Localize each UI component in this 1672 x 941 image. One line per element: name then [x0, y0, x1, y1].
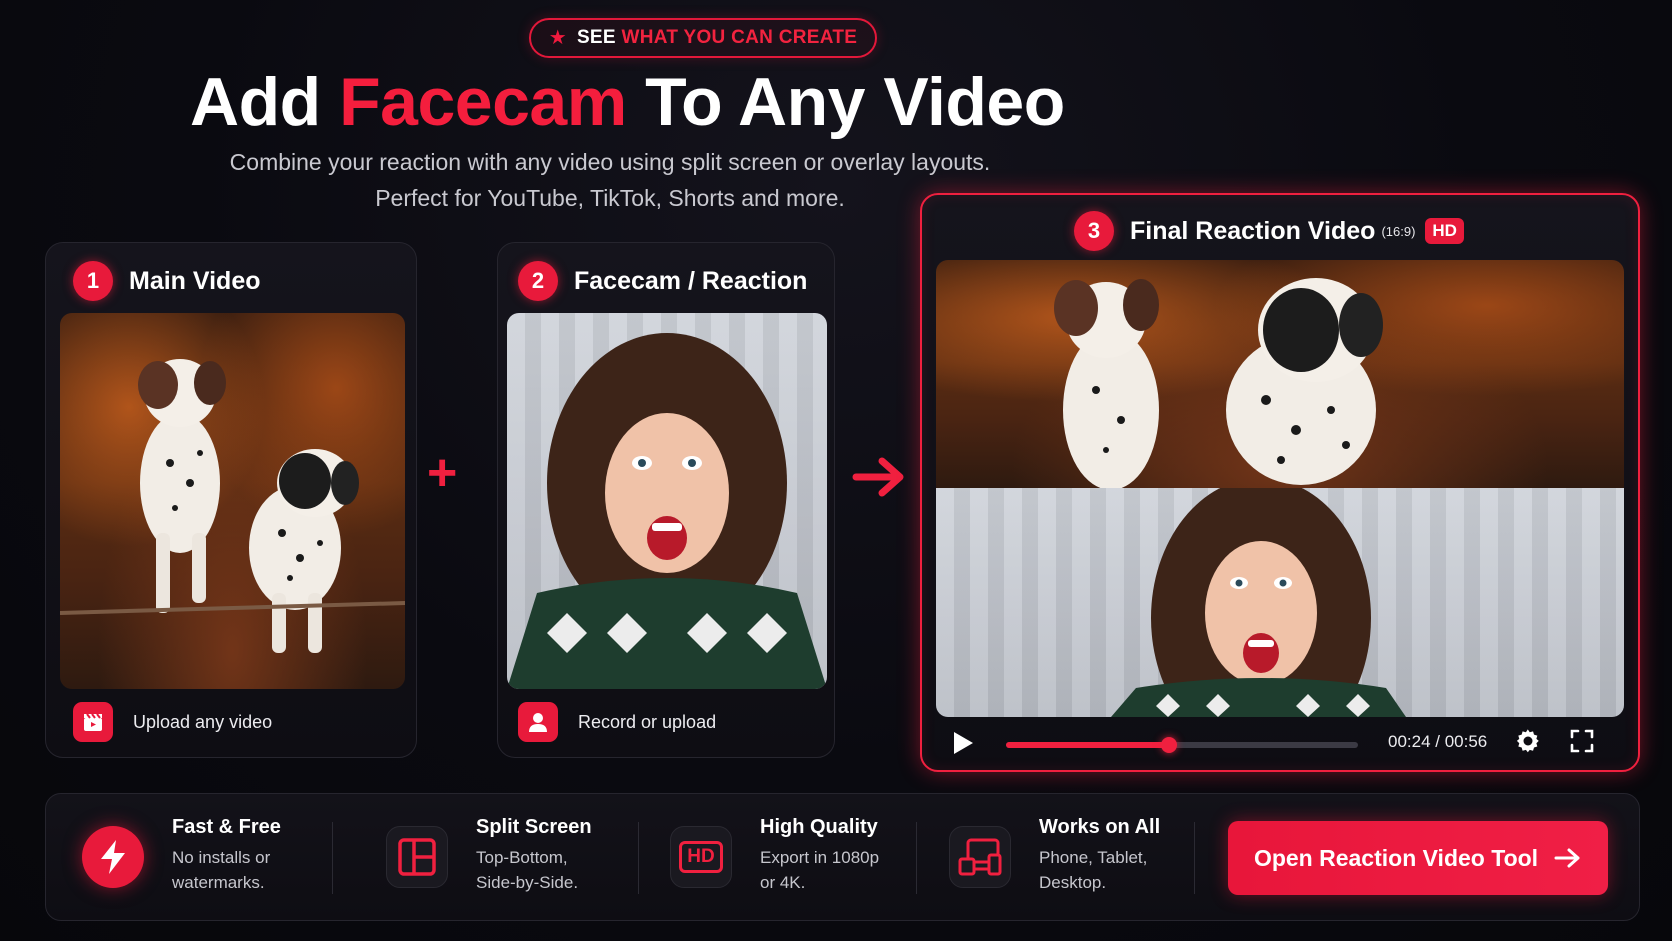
feature-desc: or 4K.	[760, 873, 806, 892]
open-reaction-video-tool-button[interactable]: Open Reaction Video Tool	[1228, 821, 1608, 895]
feature-desc: Side-by-Side.	[476, 873, 579, 892]
dalmatian-puppies-illustration	[1054, 278, 1383, 488]
surprised-woman-illustration	[1111, 488, 1406, 717]
player-controls: 00:24 / 00:56	[936, 722, 1624, 762]
feature-desc: Desktop.	[1039, 873, 1107, 892]
step-number: 3	[1074, 211, 1114, 251]
feature-desc: Phone, Tablet,	[1039, 848, 1148, 867]
time-display: 00:24 / 00:56	[1388, 732, 1488, 751]
feature-title: Split Screen	[476, 816, 592, 838]
dogs-scene	[60, 313, 405, 689]
progress-fill	[1006, 742, 1170, 748]
dalmatian-puppies-illustration	[60, 359, 405, 653]
divider	[332, 822, 333, 894]
see-what-you-can-create-badge: ★ SEE WHAT YOU CAN CREATE	[529, 18, 877, 58]
hd-icon-text: HD	[679, 841, 723, 873]
arrow-right-icon	[852, 455, 906, 499]
step-number: 1	[73, 261, 113, 301]
devices-icon	[949, 826, 1011, 888]
divider	[1194, 822, 1195, 894]
surprised-woman-illustration	[507, 333, 827, 689]
record-or-upload-row[interactable]: Record or upload	[518, 702, 716, 742]
badge-text-red: WHAT YOU CAN CREATE	[621, 27, 858, 48]
step-header: 1 Main Video	[73, 261, 261, 301]
aspect-ratio-label: (16:9)	[1381, 223, 1416, 239]
main-video-preview[interactable]	[60, 313, 405, 689]
step-header: 3 Final Reaction Video (16:9) HD	[1074, 211, 1464, 251]
divider	[916, 822, 917, 894]
fullscreen-icon[interactable]	[1570, 729, 1594, 753]
star-icon: ★	[548, 27, 567, 49]
subheadline-line-1: Combine your reaction with any video usi…	[229, 149, 991, 175]
feature-title: Works on All	[1039, 816, 1161, 838]
badge-text-white: SEE	[576, 27, 616, 48]
features-bar: Fast & Free No installs or watermarks. S…	[45, 793, 1640, 921]
step-header: 2 Facecam / Reaction	[518, 261, 807, 301]
player-top-dogs	[936, 260, 1624, 488]
user-icon	[518, 702, 558, 742]
cta-label: Open Reaction Video Tool	[1253, 844, 1539, 871]
upload-any-video-label: Upload any video	[133, 711, 273, 732]
player-bottom-facecam	[936, 488, 1624, 717]
step-card-facecam: 2 Facecam / Reaction Record or upload	[497, 242, 835, 758]
step-card-main-video: 1 Main Video Upload any video	[45, 242, 417, 758]
hd-icon: HD	[670, 826, 732, 888]
feature-title: Fast & Free	[172, 816, 281, 838]
final-video-player[interactable]	[936, 260, 1624, 717]
layout-icon	[386, 826, 448, 888]
lightning-icon	[82, 826, 144, 888]
hd-badge: HD	[1425, 218, 1464, 244]
plus-icon: +	[427, 444, 458, 502]
step-number: 2	[518, 261, 558, 301]
upload-any-video-row[interactable]: Upload any video	[73, 702, 272, 742]
title-accent: Facecam	[339, 64, 627, 140]
step-card-final-video: 3 Final Reaction Video (16:9) HD 00:24 /…	[920, 193, 1640, 772]
step-title: Facecam / Reaction	[574, 266, 808, 295]
play-icon[interactable]	[954, 732, 973, 754]
title-after: To Any Video	[645, 64, 1065, 140]
gear-icon[interactable]	[1515, 728, 1541, 754]
feature-title: High Quality	[760, 816, 878, 838]
divider	[638, 822, 639, 894]
feature-desc: watermarks.	[172, 873, 265, 892]
progress-slider[interactable]	[1006, 737, 1358, 753]
step-title: Final Reaction Video	[1130, 216, 1376, 245]
reaction-scene	[507, 313, 827, 689]
landing-page: ★ SEE WHAT YOU CAN CREATE Add Facecam To…	[0, 0, 1672, 941]
clapperboard-icon	[73, 702, 113, 742]
step-title: Main Video	[129, 266, 261, 295]
feature-desc: Top-Bottom,	[476, 848, 568, 867]
feature-desc: No installs or	[172, 848, 271, 867]
record-or-upload-label: Record or upload	[578, 711, 717, 732]
page-title: Add Facecam To Any Video	[190, 62, 1110, 142]
title-before: Add	[190, 64, 321, 140]
facecam-preview[interactable]	[507, 313, 827, 689]
progress-thumb[interactable]	[1161, 737, 1178, 753]
feature-desc: Export in 1080p	[760, 848, 880, 867]
arrow-right-icon	[1554, 847, 1582, 869]
